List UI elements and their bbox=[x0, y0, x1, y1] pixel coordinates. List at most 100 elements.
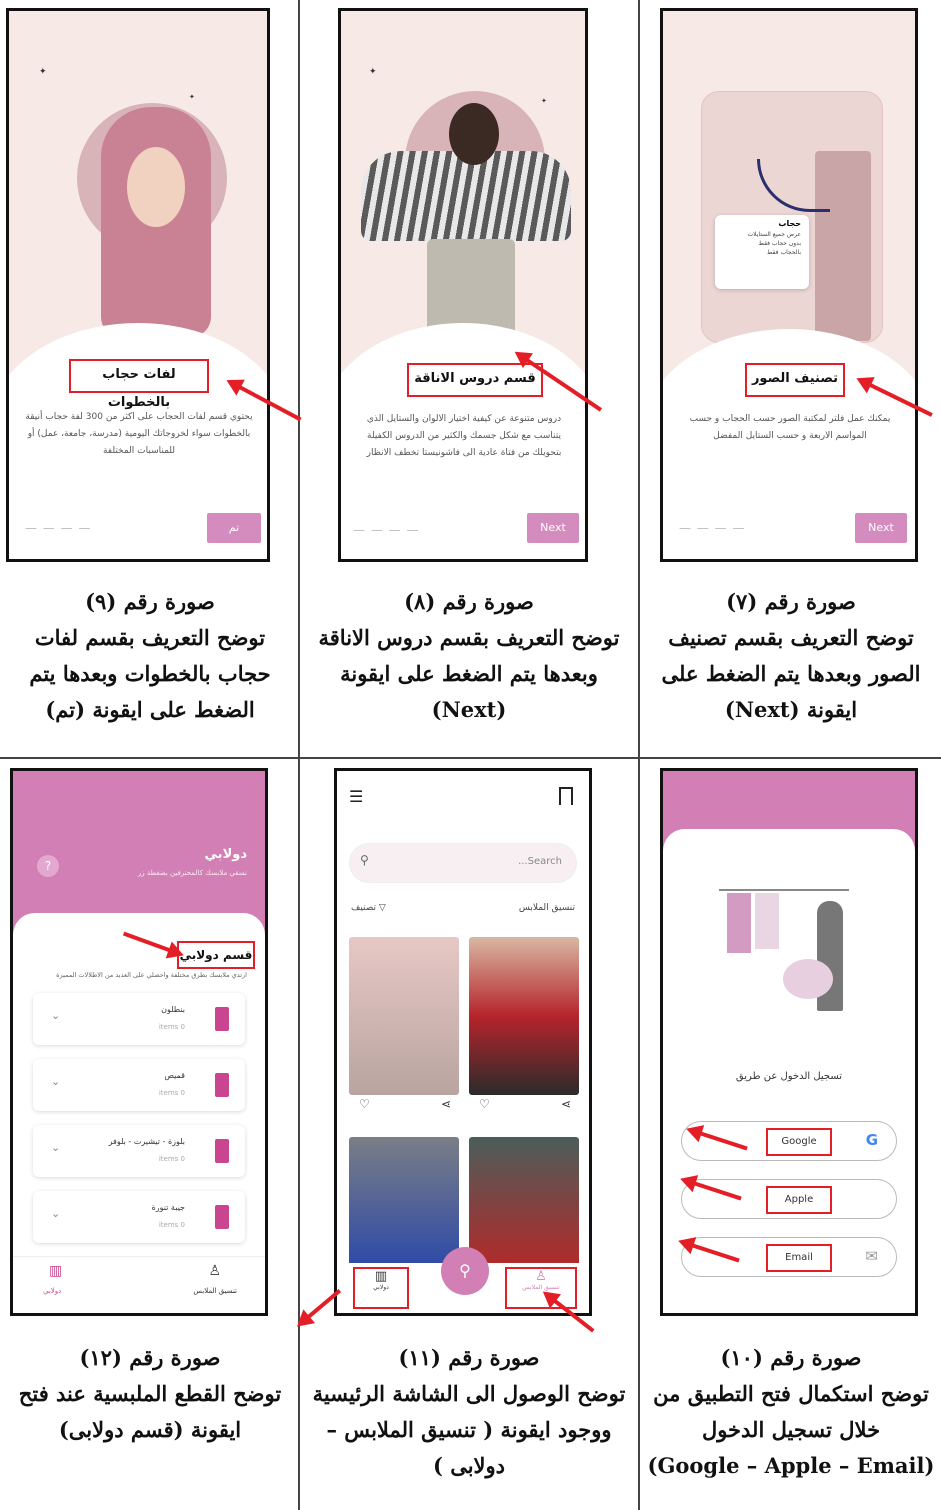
phone-screen-fig7: حجاب عرض جميع الستايلات بدون حجاب فقط با… bbox=[660, 8, 918, 562]
caption-line: توضح التعريف بقسم دروس الاناقة bbox=[318, 625, 620, 650]
hanging-clothes bbox=[727, 893, 751, 953]
caption-fig11: صورة رقم (١١) توضح الوصول الى الشاشة الر… bbox=[304, 1340, 634, 1484]
share-icon[interactable]: ⋖ bbox=[561, 1097, 571, 1111]
nav-item-wardrobe[interactable]: ▥ دولابي bbox=[353, 1267, 409, 1309]
filter-popup: حجاب عرض جميع الستايلات بدون حجاب فقط با… bbox=[715, 215, 809, 289]
help-icon[interactable]: ? bbox=[37, 855, 59, 877]
page-indicator: — — — — bbox=[25, 521, 92, 535]
caption-line: توضح القطع الملبسية عند فتح bbox=[18, 1381, 282, 1406]
item-name: بنطلون bbox=[161, 1005, 185, 1014]
caption-line: ووجود ايقونة ( تنسيق الملابس – bbox=[326, 1417, 612, 1442]
nav-item-outfits[interactable]: ♙ تنسيق الملابس bbox=[505, 1267, 577, 1309]
next-button[interactable]: Next bbox=[855, 513, 907, 543]
wardrobe-icon[interactable]: ▥ bbox=[49, 1263, 62, 1279]
phone-screen-fig9: ✦ ✦ لفات حجاب بالخطوات يحتوي قسم لفات ال… bbox=[6, 8, 270, 562]
chevron-down-icon[interactable]: ⌄ bbox=[51, 1141, 60, 1154]
search-input[interactable]: ...Search bbox=[518, 856, 562, 867]
caption-line: صورة رقم (٧) bbox=[726, 589, 856, 614]
phone-screen-fig10: تسجيل الدخول عن طريق Google G Apple Emai… bbox=[660, 768, 918, 1316]
caption-fig9: صورة رقم (٩) توضح التعريف بقسم لفات حجاب… bbox=[10, 584, 290, 728]
skirt-icon bbox=[215, 1205, 229, 1229]
email-label: Email bbox=[766, 1244, 832, 1272]
wardrobe-icon: ▥ bbox=[374, 1269, 388, 1284]
section-description: ارتدي ملابسك بطرق مختلفة واحصلي على العد… bbox=[56, 971, 247, 979]
google-login-button[interactable]: Google G bbox=[681, 1121, 897, 1161]
done-button[interactable]: تم bbox=[207, 513, 261, 543]
nav-label-outfits[interactable]: تنسيق الملابس bbox=[193, 1287, 237, 1295]
nav-label-wardrobe[interactable]: دولابي bbox=[43, 1287, 61, 1295]
outfit-photo[interactable] bbox=[349, 937, 459, 1095]
apple-label: Apple bbox=[766, 1186, 832, 1214]
decor-blob bbox=[783, 959, 833, 999]
email-login-button[interactable]: Email ✉ bbox=[681, 1237, 897, 1277]
filter-button[interactable]: ▽ تصنيف bbox=[351, 903, 386, 913]
sparkle-icon: ✦ bbox=[39, 67, 47, 77]
heart-icon[interactable]: ♡ bbox=[359, 1097, 370, 1111]
caption-fig7: صورة رقم (٧) توضح التعريف بقسم تصنيف الص… bbox=[646, 584, 936, 728]
item-count: items 0 bbox=[158, 1089, 185, 1097]
caption-line: ايقونة (قسم دولابى) bbox=[58, 1417, 242, 1442]
caption-line: توضح التعريف بقسم لفات bbox=[34, 625, 266, 650]
popup-option[interactable]: بالحجاب فقط bbox=[715, 248, 809, 257]
popup-title: حجاب bbox=[778, 219, 801, 228]
filter-icon: ▽ bbox=[376, 903, 386, 913]
caption-line: صورة رقم (٨) bbox=[404, 589, 534, 614]
column-divider bbox=[298, 0, 300, 1510]
outfit-photo[interactable] bbox=[349, 1137, 459, 1267]
next-button[interactable]: Next bbox=[527, 513, 579, 543]
wardrobe-item[interactable]: بلوزة - تيشيرت - بلوفر items 0 ⌄ bbox=[33, 1125, 245, 1177]
apple-login-button[interactable]: Apple bbox=[681, 1179, 897, 1219]
outfit-photo[interactable] bbox=[469, 937, 579, 1095]
wardrobe-item[interactable]: بنطلون items 0 ⌄ bbox=[33, 993, 245, 1045]
caption-line: (Google – Apple – Email) bbox=[647, 1453, 935, 1478]
heart-icon[interactable]: ♡ bbox=[479, 1097, 490, 1111]
caption-line: ايقونة (Next) bbox=[724, 697, 858, 722]
search-bar[interactable]: ⚲ ...Search bbox=[349, 843, 577, 883]
nav-label-outfits: تنسيق الملابس bbox=[522, 1284, 560, 1291]
caption-fig8: صورة رقم (٨) توضح التعريف بقسم دروس الان… bbox=[304, 584, 634, 728]
bottom-nav: ▥ دولابي ♙ تنسيق الملابس bbox=[13, 1256, 265, 1313]
caption-line: دولابى ) bbox=[432, 1453, 506, 1478]
pants-icon bbox=[215, 1007, 229, 1031]
caption-line: صورة رقم (١٠) bbox=[720, 1345, 862, 1370]
app-title: دولابي bbox=[204, 847, 247, 862]
section-label: تنسيق الملابس bbox=[518, 903, 575, 913]
popup-option[interactable]: بدون حجاب فقط bbox=[715, 239, 809, 248]
phone-screen-fig8: ✦ ✦ قسم دروس الاناقة دروس متنوعة عن كيفي… bbox=[338, 8, 588, 562]
dress-icon[interactable]: ♙ bbox=[208, 1263, 221, 1279]
chevron-down-icon[interactable]: ⌄ bbox=[51, 1075, 60, 1088]
sparkle-icon: ✦ bbox=[369, 67, 377, 77]
outfit-photo[interactable] bbox=[469, 1137, 579, 1267]
section-description: يحتوي قسم لفات الحجاب على اكثر من 300 لف… bbox=[25, 412, 253, 456]
item-name: قميص bbox=[164, 1071, 185, 1080]
content-panel: قسم دولابي ارتدي ملابسك بطرق مختلفة واحص… bbox=[13, 913, 265, 1313]
menu-icon[interactable]: ☰ bbox=[349, 787, 363, 806]
section-title: تصنيف الصور bbox=[745, 363, 845, 397]
bookmark-icon[interactable] bbox=[559, 787, 573, 805]
login-label: تسجيل الدخول عن طريق bbox=[735, 1071, 843, 1082]
wardrobe-item[interactable]: قميص items 0 ⌄ bbox=[33, 1059, 245, 1111]
chevron-down-icon[interactable]: ⌄ bbox=[51, 1207, 60, 1220]
chevron-down-icon[interactable]: ⌄ bbox=[51, 1009, 60, 1022]
wardrobe-item[interactable]: جيبة تنورة items 0 ⌄ bbox=[33, 1191, 245, 1243]
search-fab[interactable]: ⚲ bbox=[441, 1247, 489, 1295]
page-indicator: — — — — bbox=[353, 523, 420, 537]
popup-option[interactable]: عرض جميع الستايلات bbox=[715, 230, 809, 239]
sparkle-icon: ✦ bbox=[189, 93, 195, 101]
search-icon: ⚲ bbox=[360, 853, 369, 867]
filter-label: تصنيف bbox=[351, 903, 377, 913]
fashion-model-top bbox=[361, 151, 571, 241]
item-count: items 0 bbox=[158, 1155, 185, 1163]
sparkle-icon: ✦ bbox=[541, 97, 547, 105]
caption-line: توضح التعريف بقسم تصنيف bbox=[668, 625, 914, 650]
item-count: items 0 bbox=[158, 1221, 185, 1229]
phone-screen-fig11: ☰ ⚲ ...Search ▽ تصنيف تنسيق الملابس ♡ ⋖ … bbox=[334, 768, 592, 1316]
shirt-icon bbox=[215, 1073, 229, 1097]
caption-line: خلال تسجيل الدخول bbox=[701, 1417, 881, 1442]
content-panel bbox=[663, 829, 915, 869]
caption-line: الصور وبعدها يتم الضغط على bbox=[661, 661, 921, 686]
item-name: جيبة تنورة bbox=[151, 1203, 185, 1212]
section-title: لفات حجاب بالخطوات bbox=[69, 359, 209, 410]
share-icon[interactable]: ⋖ bbox=[441, 1097, 451, 1111]
mail-icon: ✉ bbox=[865, 1247, 878, 1265]
